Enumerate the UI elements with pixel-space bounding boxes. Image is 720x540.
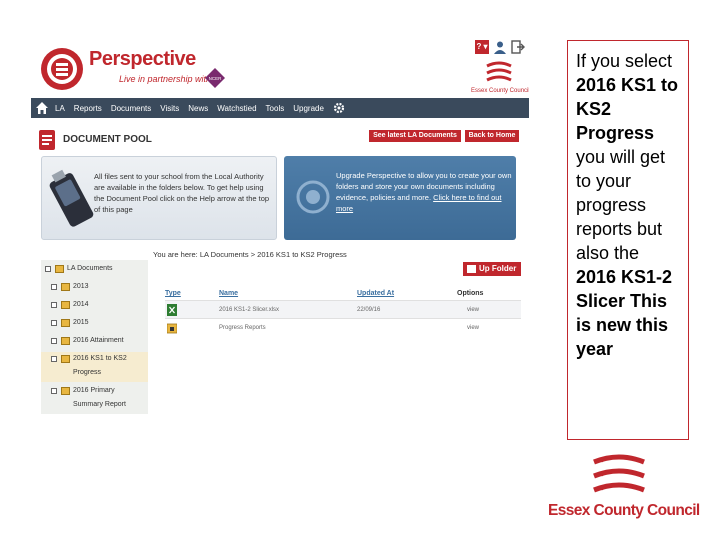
tree-collapse-icon[interactable] (45, 266, 51, 272)
view-link[interactable]: view (467, 307, 479, 313)
folder-icon (61, 301, 70, 309)
folder-icon (61, 355, 70, 363)
perspective-watermark-icon (296, 180, 330, 214)
folder-icon (61, 337, 70, 345)
up-folder-button[interactable]: Up Folder (463, 262, 521, 276)
tree-item-label: 2016 KS1 to KS2 (73, 355, 127, 362)
folder-name[interactable]: Progress Reports (219, 325, 266, 331)
tree-expand-icon[interactable] (51, 320, 57, 326)
main-navbar: LA Reports Documents Visits News Watchst… (31, 98, 529, 118)
caption-part-2: you will get to your progress reports bu… (576, 147, 666, 263)
tree-item-2013[interactable]: 2013 (41, 280, 148, 296)
nav-documents[interactable]: Documents (111, 104, 151, 113)
back-to-home-button[interactable]: Back to Home (465, 130, 519, 142)
document-pool-icon (39, 130, 55, 150)
tree-item-label: 2015 (73, 319, 89, 326)
perspective-screenshot: Perspective Live in partnership with NCE… (31, 38, 529, 462)
tree-item-2016-ks1-to-ks2-progress[interactable]: 2016 KS1 to KS2 Progress (41, 352, 148, 382)
essex-county-council-text: Essex County Council (548, 502, 700, 519)
folder-tree: LA Documents 2013 2014 2015 2016 Attainm… (41, 260, 148, 414)
view-link[interactable]: view (467, 325, 479, 331)
document-pool-info-text: All files sent to your school from the L… (94, 172, 270, 214)
tree-item-2016-primary-summary[interactable]: 2016 Primary Summary Report (41, 384, 148, 414)
folder-icon (61, 319, 70, 327)
breadcrumb: You are here: LA Documents > 2016 KS1 to… (153, 250, 347, 259)
nav-reports[interactable]: Reports (74, 104, 102, 113)
essex-seaxes-small-icon (486, 61, 512, 82)
column-header-updated[interactable]: Updated At (357, 290, 394, 297)
folder-icon (55, 265, 64, 273)
tree-root-la-documents[interactable]: LA Documents (41, 262, 148, 278)
folder-icon (61, 283, 70, 291)
logout-icon[interactable] (511, 40, 525, 54)
brand-tagline: Live in partnership with (119, 74, 212, 84)
help-arrow-icon[interactable]: ? ▾ (475, 40, 489, 54)
slide-caption-text: If you select 2016 KS1 to KS2 Progress y… (576, 49, 680, 361)
essex-council-small-text: Essex County Council (471, 88, 529, 94)
nav-watchstied[interactable]: Watchstied (217, 104, 256, 113)
caption-part-1: If you select (576, 51, 673, 71)
tree-expand-icon[interactable] (51, 284, 57, 290)
up-folder-icon (467, 265, 476, 273)
essex-seaxes-icon (593, 454, 645, 493)
perspective-brand[interactable]: Perspective Live in partnership with NCE… (39, 44, 239, 94)
column-header-name[interactable]: Name (219, 290, 238, 297)
tree-item-2014[interactable]: 2014 (41, 298, 148, 314)
tree-item-2015[interactable]: 2015 (41, 316, 148, 332)
tree-item-sublabel: Progress (73, 369, 102, 376)
folder-icon (61, 387, 70, 395)
user-toolbar: ? ▾ (475, 40, 527, 58)
upgrade-perspective-text: Upgrade Perspective to allow you to crea… (336, 170, 512, 214)
table-row[interactable]: Progress Reports view (165, 318, 521, 336)
upgrade-perspective-panel[interactable]: Upgrade Perspective to allow you to crea… (284, 156, 516, 240)
folder-icon (167, 323, 177, 334)
see-latest-la-documents-button[interactable]: See latest LA Documents (369, 130, 461, 142)
up-folder-label: Up Folder (479, 264, 517, 273)
column-header-options: Options (457, 290, 484, 297)
home-icon[interactable] (35, 101, 49, 115)
excel-file-icon (167, 304, 177, 316)
brand-title: Perspective (89, 48, 196, 70)
tree-expand-icon[interactable] (51, 388, 57, 394)
nav-visits[interactable]: Visits (160, 104, 179, 113)
tree-item-2016-attainment[interactable]: 2016 Attainment (41, 334, 148, 350)
tree-item-label: 2014 (73, 301, 89, 308)
document-pool-info-panel: All files sent to your school from the L… (41, 156, 277, 240)
tree-item-label: 2016 Attainment (73, 337, 124, 344)
tree-expand-icon[interactable] (51, 356, 57, 362)
tree-expand-icon[interactable] (51, 338, 57, 344)
caption-bold-2: 2016 KS1-2 Slicer This is new this year (576, 267, 673, 359)
tree-item-label: 2013 (73, 283, 89, 290)
document-pool-title: DOCUMENT POOL (63, 134, 152, 145)
nav-la[interactable]: LA (55, 104, 65, 113)
essex-council-small-logo: Essex County Council (471, 60, 529, 96)
file-name[interactable]: 2016 KS1-2 Slicer.xlsx (219, 307, 279, 313)
essex-county-council-logo: Essex County Council (548, 452, 700, 524)
user-profile-icon[interactable] (493, 40, 507, 54)
perspective-logo-icon (41, 48, 83, 90)
slide-caption-box: If you select 2016 KS1 to KS2 Progress y… (567, 40, 689, 440)
tree-expand-icon[interactable] (51, 302, 57, 308)
gear-icon[interactable] (333, 102, 345, 114)
nav-tools[interactable]: Tools (266, 104, 285, 113)
nav-upgrade[interactable]: Upgrade (293, 104, 324, 113)
table-row[interactable]: 2016 KS1-2 Slicer.xlsx 22/09/16 view (165, 300, 521, 318)
column-header-type[interactable]: Type (165, 290, 181, 297)
tree-root-label: LA Documents (67, 265, 113, 272)
nav-news[interactable]: News (188, 104, 208, 113)
file-updated: 22/09/16 (357, 307, 381, 313)
usb-device-image (49, 169, 94, 227)
tree-item-sublabel: Summary Report (73, 401, 126, 408)
ncer-badge-text: NCER (209, 76, 223, 81)
document-pool-header: DOCUMENT POOL See latest LA Documents Ba… (39, 128, 519, 152)
ncer-badge-icon: NCER (205, 68, 225, 88)
tree-item-label: 2016 Primary (73, 387, 115, 394)
caption-bold-1: 2016 KS1 to KS2 Progress (576, 75, 679, 143)
